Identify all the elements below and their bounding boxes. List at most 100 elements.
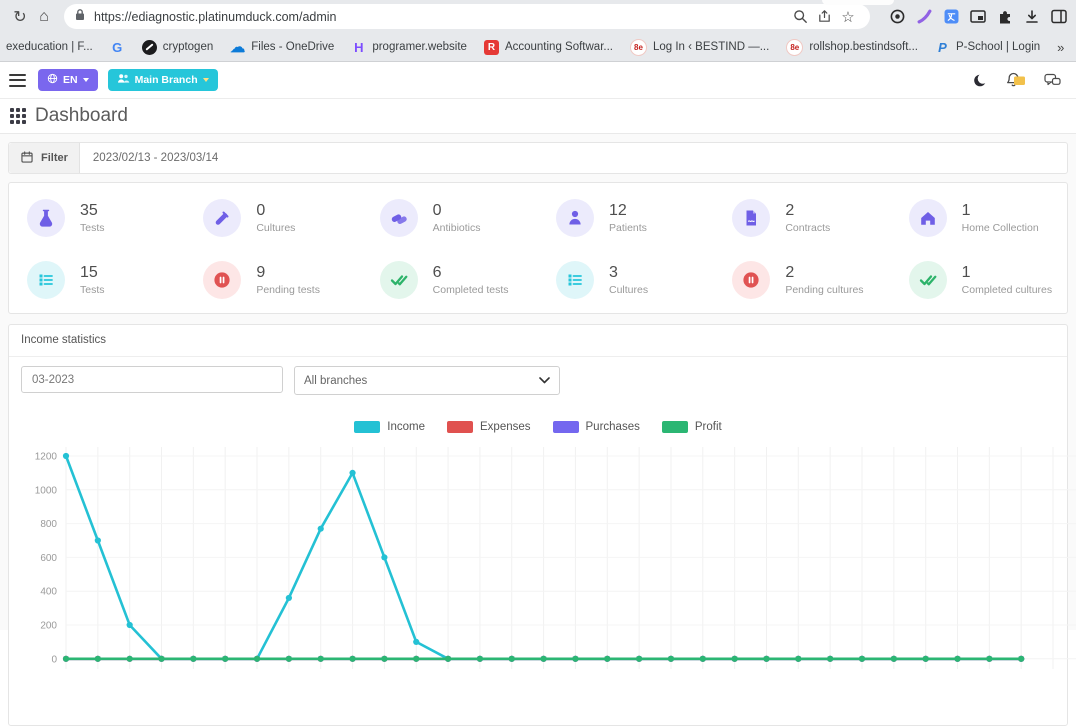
picture-in-picture-icon[interactable] (969, 8, 987, 26)
bookmark-label: rollshop.bestindsoft... (809, 41, 918, 53)
chart-legend: Income Expenses Purchases Profit (9, 421, 1067, 433)
data-point (318, 526, 324, 532)
legend-item-income[interactable]: Income (354, 421, 425, 433)
legend-label: Profit (695, 421, 722, 433)
branch-select[interactable]: All branches (294, 366, 560, 395)
income-statistics-panel: Income statistics All branches Income Ex… (8, 324, 1068, 726)
bookmark-label: exeducation | F... (6, 41, 93, 53)
data-point (381, 554, 387, 560)
bookmark-onedrive[interactable]: ☁ Files - OneDrive (230, 40, 334, 55)
data-point (381, 656, 387, 662)
bookmarks-overflow-icon[interactable]: » (1057, 40, 1064, 55)
data-point (158, 656, 164, 662)
stat-label: Home Collection (962, 222, 1039, 234)
loop-extension-icon[interactable] (888, 8, 906, 26)
chat-icon[interactable] (1044, 73, 1061, 88)
list-icon (27, 261, 65, 299)
data-point (923, 656, 929, 662)
download-icon[interactable] (1023, 8, 1041, 26)
stat-value: 9 (256, 264, 320, 282)
patient-icon (556, 199, 594, 237)
filter-bar[interactable]: Filter 2023/02/13 - 2023/03/14 (8, 142, 1068, 174)
data-point (190, 656, 196, 662)
test-tube-icon (203, 199, 241, 237)
stat-antibiotics: 0 Antibiotics (362, 199, 538, 237)
tab-strip-hint (822, 0, 894, 5)
stat-home-collection: 1 Home Collection (891, 199, 1067, 237)
data-point (604, 656, 610, 662)
sidebar-icon[interactable] (1050, 8, 1068, 26)
stat-value: 2 (785, 202, 830, 220)
date-range-value[interactable]: 2023/02/13 - 2023/03/14 (80, 152, 218, 164)
bookmark-accounting-software[interactable]: R Accounting Softwar... (484, 40, 613, 55)
stat-value: 1 (962, 202, 1039, 220)
data-point (509, 656, 515, 662)
menu-hamburger-icon[interactable] (9, 74, 26, 87)
stat-value: 6 (433, 264, 509, 282)
double-check-icon (380, 261, 418, 299)
data-point (95, 537, 101, 543)
data-point (445, 656, 451, 662)
bookmark-label: cryptogen (163, 41, 214, 53)
zoom-icon[interactable] (788, 9, 812, 24)
stat-tests-total: 15 Tests (9, 261, 185, 299)
legend-item-purchases[interactable]: Purchases (553, 421, 640, 433)
stat-value: 15 (80, 264, 105, 282)
dark-mode-moon-icon[interactable] (973, 73, 988, 88)
data-point (763, 656, 769, 662)
data-point (413, 656, 419, 662)
data-point (349, 656, 355, 662)
page-title: Dashboard (35, 105, 128, 127)
header-actions (973, 71, 1067, 89)
share-icon[interactable] (812, 9, 836, 24)
data-point (254, 656, 260, 662)
accounting-favicon: R (484, 40, 499, 55)
notifications-bell-icon[interactable] (1005, 71, 1027, 89)
home-icon[interactable]: ⌂ (32, 4, 56, 30)
data-point (795, 656, 801, 662)
contract-icon (732, 199, 770, 237)
y-axis-tick-label: 1000 (35, 485, 58, 496)
branch-button[interactable]: Main Branch (108, 69, 218, 91)
income-chart: 120010008006004002000 (9, 441, 1067, 601)
data-point (859, 656, 865, 662)
cryptogen-favicon (142, 40, 157, 55)
legend-item-profit[interactable]: Profit (662, 421, 722, 433)
legend-item-expenses[interactable]: Expenses (447, 421, 531, 433)
reload-icon[interactable]: ↻ (8, 4, 32, 30)
bookmark-programer-website[interactable]: H programer.website (351, 40, 467, 55)
pen-extension-icon[interactable] (915, 8, 933, 26)
stat-label: Patients (609, 222, 647, 234)
stat-tests: 35 Tests (9, 199, 185, 237)
stat-completed-cultures: 1 Completed cultures (891, 261, 1067, 299)
bookmark-cryptogen[interactable]: cryptogen (142, 40, 214, 55)
bookmark-pschool[interactable]: P P-School | Login (935, 40, 1040, 55)
language-label: EN (63, 74, 78, 86)
url-text[interactable]: https://ediagnostic.platinumduck.com/adm… (94, 10, 788, 24)
stats-panel: 35 Tests 0 Cultures 0 Antibiotics (8, 182, 1068, 314)
stat-completed-tests: 6 Completed tests (362, 261, 538, 299)
stats-grid: 35 Tests 0 Cultures 0 Antibiotics (9, 199, 1067, 299)
address-bar[interactable]: https://ediagnostic.platinumduck.com/adm… (64, 4, 870, 29)
stat-contracts: 2 Contracts (714, 199, 890, 237)
data-point (318, 656, 324, 662)
bookmark-exeducation[interactable]: exeducation | F... (6, 41, 93, 53)
language-button[interactable]: EN (38, 69, 98, 91)
data-point (572, 656, 578, 662)
bookmark-google[interactable]: G (110, 40, 125, 55)
legend-swatch (662, 421, 688, 433)
month-input[interactable] (21, 366, 283, 393)
bookmark-star-icon[interactable]: ☆ (836, 8, 860, 26)
extensions-row (888, 8, 1068, 26)
data-point (63, 656, 69, 662)
bookmark-label: Files - OneDrive (251, 41, 334, 53)
bookmark-rollshop[interactable]: 8e rollshop.bestindsoft... (786, 39, 918, 56)
translate-extension-icon[interactable] (942, 8, 960, 26)
bookmark-login-bestind[interactable]: 8e Log In ‹ BESTIND —... (630, 39, 769, 56)
select-chevron-icon (539, 375, 550, 387)
stat-value: 0 (256, 202, 295, 220)
globe-icon (47, 73, 58, 87)
extensions-puzzle-icon[interactable] (996, 8, 1014, 26)
onedrive-cloud-icon: ☁ (230, 40, 245, 55)
filter-button[interactable]: Filter (9, 143, 80, 173)
